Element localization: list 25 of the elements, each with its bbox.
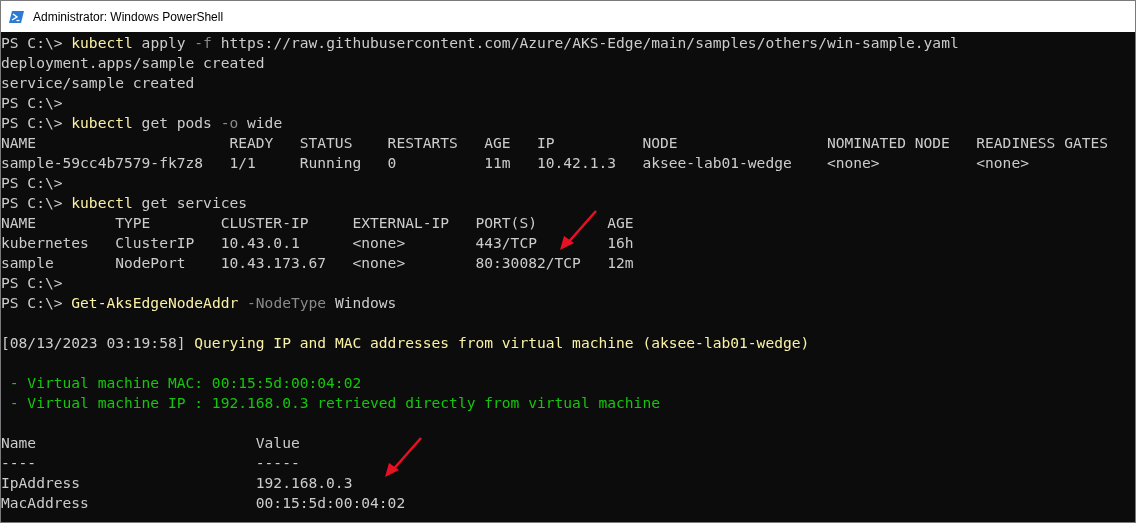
console-line: sample-59cc4b7579-fk7z8 1/1 Running 0 11m 10.42.1.3 aksee-lab01-wedge <none> <none> (1, 153, 1030, 173)
console-line: - Virtual machine IP : 192.168.0.3 retrieved directly from virtual machine (8, 393, 661, 413)
console-line: NAME READY STATUS RESTARTS AGE IP NODE NOMINATED NODE READINESS GATES (1, 133, 1110, 153)
arrow-icon (558, 209, 598, 251)
console-line: - Virtual machine MAC: 00:15:5d:00:04:02 (8, 373, 363, 393)
console-line: service/sample created (1, 73, 196, 93)
console-line: [08/13/2023 03:19:58] Querying IP and MAC addresses from virtual machine (aksee-lab01-wedge) (1, 333, 811, 353)
console-line: PS C:\> kubectl get services (1, 193, 249, 213)
console-line: sample NodePort 10.43.173.67 <none> 80:30082/TCP 12m (1, 253, 635, 273)
console-line: PS C:\> (1, 273, 64, 293)
console-line: PS C:\> (1, 93, 64, 113)
console-line: PS C:\> (1, 173, 64, 193)
console-line: PS C:\> kubectl get pods -o wide (1, 113, 284, 133)
console-line: NAME TYPE CLUSTER-IP EXTERNAL-IP PORT(S) AGE (1, 213, 635, 233)
console-line: PS C:\> kubectl apply -f https://raw.githubusercontent.com/Azure/AKS-Edge/main/samples/others/win-sample.yaml (1, 33, 960, 53)
window-title: Administrator: Windows PowerShell (33, 9, 224, 24)
console-line: kubernetes ClusterIP 10.43.0.1 <none> 443/TCP 16h (1, 233, 635, 253)
console-line: deployment.apps/sample created (1, 53, 266, 73)
console-line: Name Value (1, 433, 301, 453)
powershell-icon (9, 8, 25, 25)
console-line: MacAddress 00:15:5d:00:04:02 (1, 493, 407, 513)
console-line: IpAddress 192.168.0.3 (1, 473, 354, 493)
console-line: ---- ----- (1, 453, 301, 473)
arrow-icon (383, 436, 423, 478)
console-line: PS C:\> Get-AksEdgeNodeAddr -NodeType Windows (1, 293, 398, 313)
